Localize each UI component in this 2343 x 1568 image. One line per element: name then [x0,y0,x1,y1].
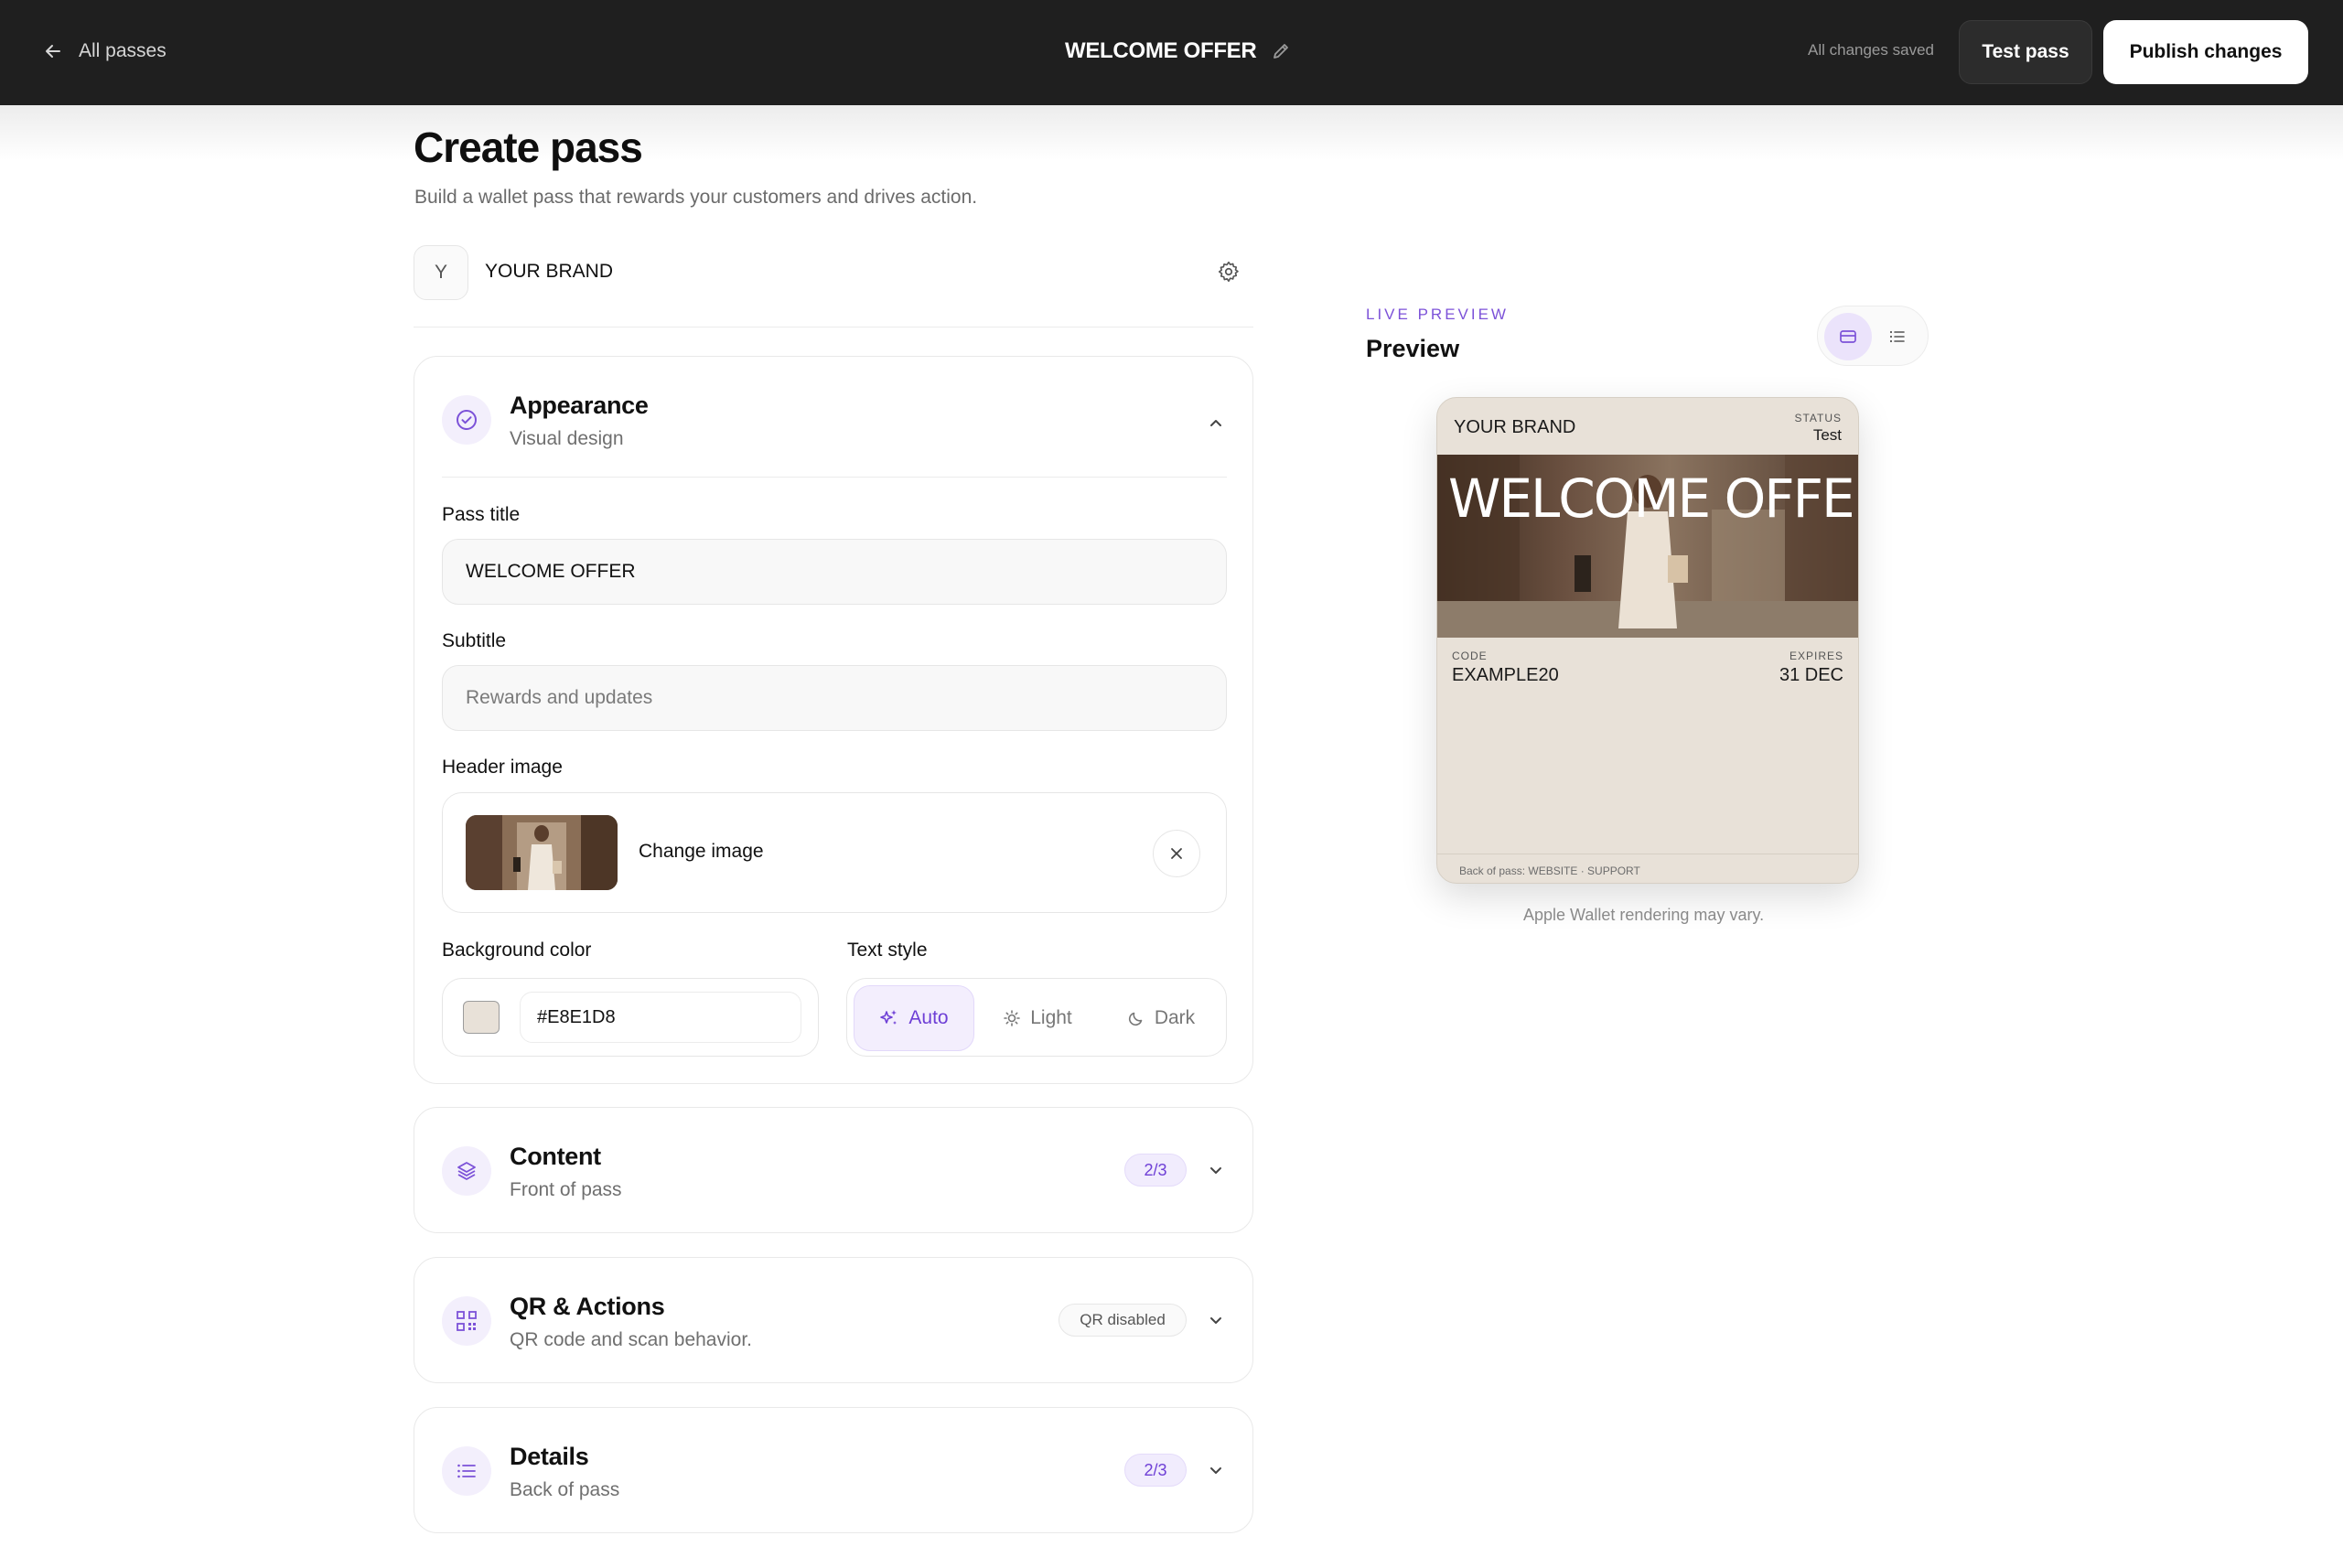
list-view-button[interactable] [1874,313,1921,360]
pass-expires-value: 31 DEC [1779,665,1843,685]
qr-subtitle: QR code and scan behavior. [510,1329,753,1350]
text-style-segmented-control: Auto Light Dark [846,978,1227,1057]
chevron-down-icon[interactable] [1205,1459,1227,1481]
text-style-auto[interactable]: Auto [854,985,974,1051]
content-section[interactable]: Content Front of pass 2/3 [414,1107,1253,1233]
save-status: All changes saved [1808,41,1934,59]
preview-view-toggle [1817,306,1929,366]
text-style-light-label: Light [1030,1007,1072,1028]
all-passes-label: All passes [79,40,167,61]
header-image-label: Header image [442,757,563,778]
divider [414,327,1253,328]
arrow-left-icon [44,42,62,60]
qr-code-icon [442,1296,491,1346]
subtitle-input[interactable]: Rewards and updates [442,665,1227,731]
content-progress-badge: 2/3 [1124,1154,1187,1187]
color-swatch[interactable] [463,1001,500,1034]
background-color-label: Background color [442,940,592,961]
details-section[interactable]: Details Back of pass 2/3 [414,1407,1253,1533]
card-icon [1838,327,1858,347]
page-subtitle: Build a wallet pass that rewards your cu… [414,187,978,208]
preview-disclaimer: Apple Wallet rendering may vary. [1523,906,1765,924]
moon-icon [1127,1009,1145,1027]
text-style-label: Text style [847,940,928,961]
pass-code-value: EXAMPLE20 [1452,665,1559,685]
pass-status-value: Test [1812,426,1842,444]
header-image-picker[interactable]: Change image [442,792,1227,913]
content-subtitle: Front of pass [510,1179,622,1200]
content-title: Content [510,1143,601,1170]
subtitle-label: Subtitle [442,630,507,651]
brand-avatar: Y [414,245,468,300]
hex-color-input[interactable]: #E8E1D8 [520,992,801,1043]
text-style-dark[interactable]: Dark [1103,985,1219,1051]
pass-title-input[interactable]: WELCOME OFFER [442,539,1227,605]
qr-actions-section[interactable]: QR & Actions QR code and scan behavior. … [414,1257,1253,1383]
list-icon [442,1446,491,1496]
badge-check-icon [442,395,491,445]
details-progress-badge: 2/3 [1124,1454,1187,1487]
brand-name: YOUR BRAND [485,261,614,282]
list-icon [1887,327,1908,347]
sparkles-icon [879,1008,899,1028]
appearance-section: Appearance Visual design Pass title WELC… [414,356,1253,1084]
qr-title: QR & Actions [510,1293,665,1320]
text-style-light[interactable]: Light [980,985,1095,1051]
pass-code-label: CODE [1452,650,1488,662]
chevron-down-icon[interactable] [1205,1159,1227,1181]
pass-status-label: STATUS [1794,412,1842,424]
text-style-dark-label: Dark [1154,1007,1196,1028]
background-color-field: #E8E1D8 [442,978,819,1057]
text-style-auto-label: Auto [908,1007,949,1028]
live-preview-label: LIVE PREVIEW [1366,306,1509,323]
sun-icon [1003,1009,1021,1027]
chevron-up-icon[interactable] [1205,412,1227,434]
pass-hero-image: WELCOME OFFER [1437,455,1859,638]
appearance-title: Appearance [510,392,649,419]
pass-brand: YOUR BRAND [1454,417,1576,437]
header-image-thumbnail [466,815,618,890]
remove-image-button[interactable] [1153,830,1200,877]
pass-title-label: Pass title [442,504,521,525]
details-title: Details [510,1443,589,1470]
change-image-label[interactable]: Change image [639,841,764,863]
topbar-shadow [0,105,2343,160]
pass-back-info: Back of pass: WEBSITE · SUPPORT [1459,865,1640,877]
details-subtitle: Back of pass [510,1479,620,1500]
gear-icon[interactable] [1217,260,1241,284]
page-title: Create pass [414,124,643,171]
pass-name-title[interactable]: WELCOME OFFER [1065,33,1291,70]
all-passes-link[interactable]: All passes [44,35,167,68]
test-pass-button[interactable]: Test pass [1959,20,2092,84]
divider [442,477,1227,478]
layers-icon [442,1146,491,1196]
publish-changes-button[interactable]: Publish changes [2103,20,2308,84]
wallet-pass-preview: YOUR BRAND STATUS Test WELCOME OFFER COD… [1436,397,1859,884]
pass-name-text: WELCOME OFFER [1065,38,1257,63]
close-icon [1168,845,1185,862]
appearance-subtitle: Visual design [510,428,624,449]
pencil-icon[interactable] [1271,41,1291,61]
pass-expires-label: EXPIRES [1789,650,1843,662]
qr-status-badge: QR disabled [1059,1304,1187,1337]
chevron-down-icon[interactable] [1205,1309,1227,1331]
top-bar: All passes WELCOME OFFER All changes sav… [0,0,2343,105]
card-view-button[interactable] [1824,313,1872,360]
preview-title: Preview [1366,335,1460,362]
pass-hero-title: WELCOME OFFER [1448,467,1859,530]
